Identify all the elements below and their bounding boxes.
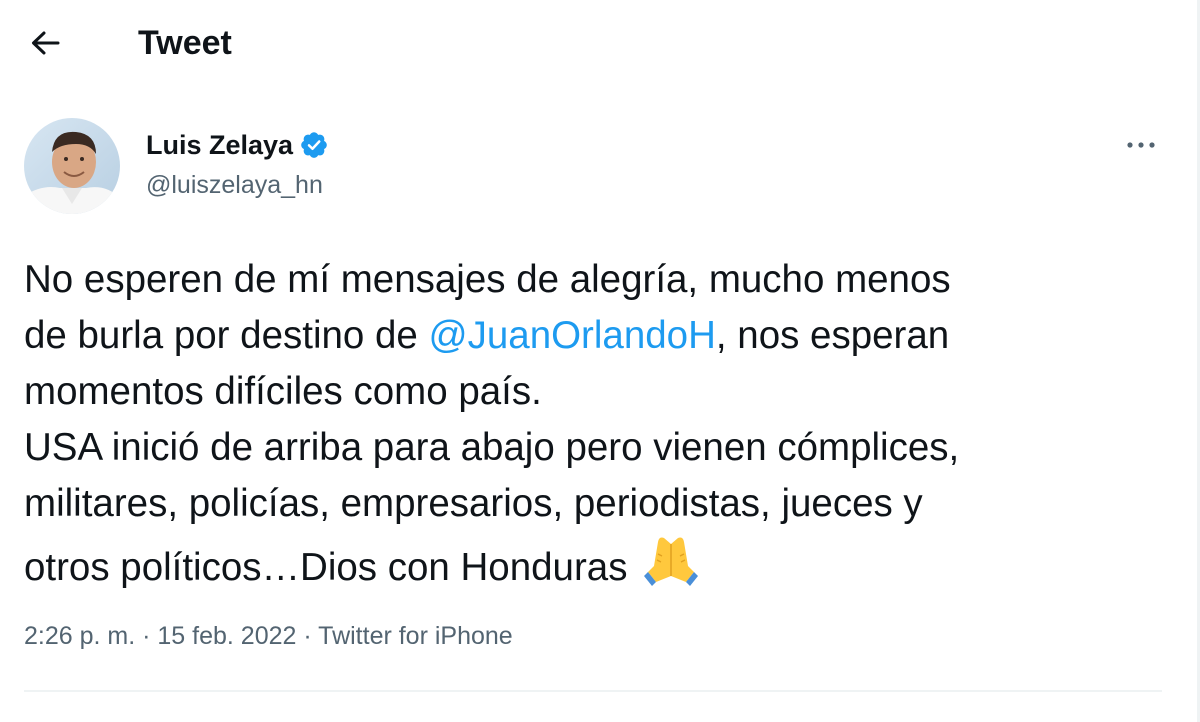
meta-separator: · xyxy=(135,622,158,650)
author-display-name[interactable]: Luis Zelaya xyxy=(146,126,293,164)
verified-badge-icon xyxy=(301,132,327,158)
tweet-date[interactable]: 15 feb. 2022 xyxy=(157,622,296,650)
tweet-metadata: 2:26 p. m. · 15 feb. 2022 · Twitter for … xyxy=(24,618,513,654)
tweet-source: Twitter for iPhone xyxy=(318,622,513,650)
author-name-row: Luis Zelaya xyxy=(146,126,329,164)
back-button[interactable] xyxy=(20,20,70,66)
more-options-button[interactable] xyxy=(1116,124,1166,166)
tweet-text-fragment: otros políticos…Dios con Honduras xyxy=(24,546,628,589)
author-handle[interactable]: @luiszelaya_hn xyxy=(146,168,323,202)
tweet-text-line: No esperen de mí mensajes de alegría, mu… xyxy=(24,258,951,301)
tweet-time[interactable]: 2:26 p. m. xyxy=(24,622,135,650)
meta-separator: · xyxy=(296,622,319,650)
tweet-text-line: momentos difíciles como país. xyxy=(24,370,542,413)
divider xyxy=(24,690,1162,692)
more-horizontal-icon xyxy=(1127,142,1155,148)
tweet-text-line: militares, policías, empresarios, period… xyxy=(24,482,923,525)
page-title: Tweet xyxy=(138,24,232,62)
tweet-text-fragment: de burla por destino de xyxy=(24,314,429,357)
tweet-text: No esperen de mí mensajes de alegría, mu… xyxy=(24,252,1174,596)
arrow-left-icon xyxy=(32,31,60,55)
mention-link[interactable]: @JuanOrlandoH xyxy=(429,314,716,357)
tweet-detail-page: Tweet Luis Zelaya @luiszelaya_hn No espe… xyxy=(0,0,1200,722)
page-header: Tweet xyxy=(0,0,1196,88)
avatar[interactable] xyxy=(24,118,120,214)
tweet-text-line: de burla por destino de @JuanOrlandoH, n… xyxy=(24,308,1174,364)
tweet-text-line: USA inició de arriba para abajo pero vie… xyxy=(24,426,960,469)
tweet-text-fragment: , nos esperan xyxy=(715,314,950,357)
folded-hands-icon xyxy=(644,537,699,586)
tweet-text-line: otros políticos…Dios con Honduras xyxy=(24,532,1174,596)
